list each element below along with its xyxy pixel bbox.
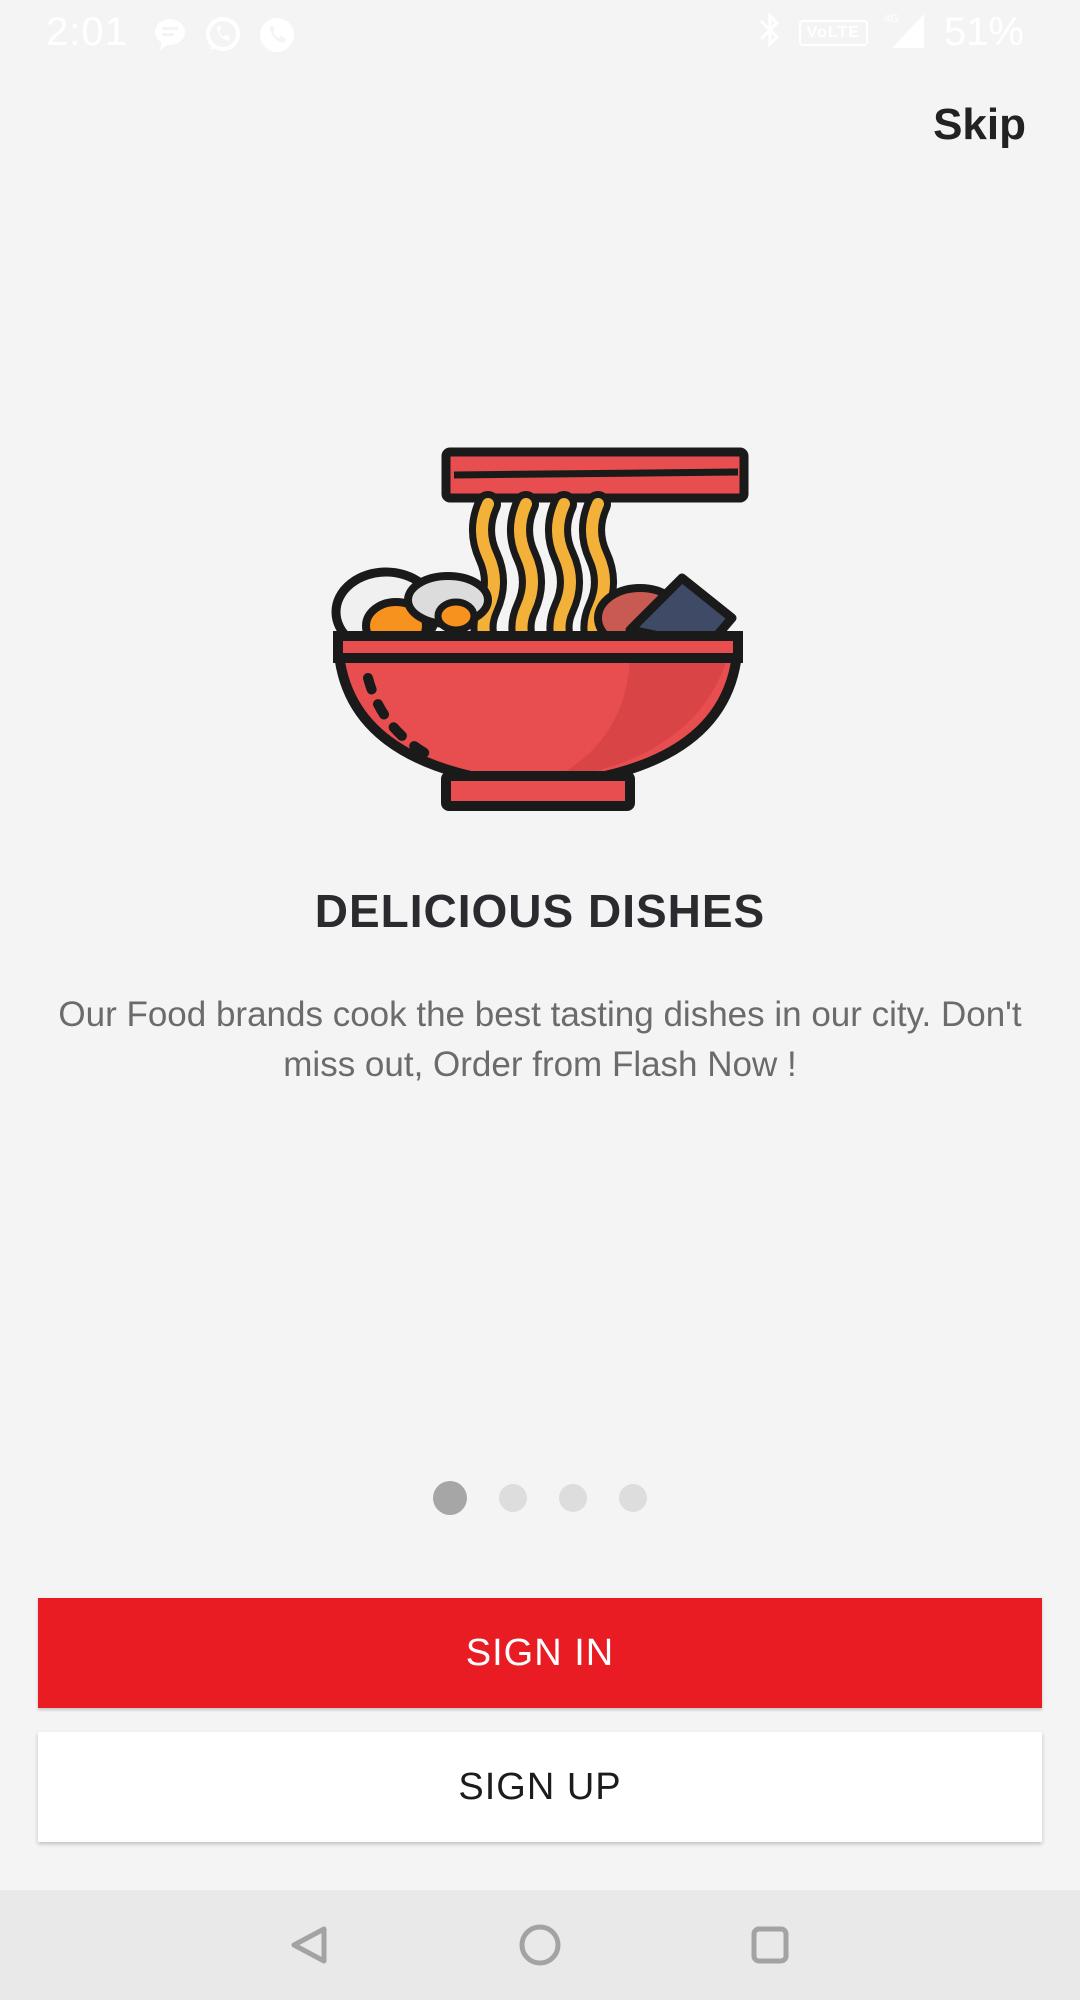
sign-up-button[interactable]: SIGN UP: [38, 1732, 1042, 1842]
whatsapp-icon: [204, 16, 242, 59]
page-dot[interactable]: [559, 1484, 587, 1512]
page-dot[interactable]: [499, 1484, 527, 1512]
page-indicator: [0, 1481, 1080, 1515]
back-triangle-icon[interactable]: [280, 1915, 340, 1975]
phone-call-icon: [258, 16, 296, 59]
onboarding-description: Our Food brands cook the best tasting di…: [58, 995, 1022, 1084]
system-nav-bar: [0, 1890, 1080, 2000]
battery-level: 51%: [943, 10, 1024, 54]
notification-icons: [152, 16, 296, 59]
signal-icon: 4G: [884, 10, 928, 55]
noodle-bowl-icon: [330, 440, 750, 820]
page-dot-active[interactable]: [433, 1481, 467, 1515]
home-circle-icon[interactable]: [510, 1915, 570, 1975]
status-bar: 2:01 VoLTE 4G 51%: [0, 0, 1080, 72]
sign-in-button[interactable]: SIGN IN: [38, 1598, 1042, 1708]
onboarding-title: DELICIOUS DISHES: [314, 885, 766, 937]
status-right: VoLTE 4G 51%: [757, 10, 1024, 55]
bluetooth-icon: [757, 11, 783, 54]
recents-square-icon[interactable]: [740, 1915, 800, 1975]
status-time: 2:01: [46, 10, 128, 54]
page-dot[interactable]: [619, 1484, 647, 1512]
message-icon: [152, 16, 188, 59]
volte-badge: VoLTE: [798, 19, 868, 46]
skip-button[interactable]: Skip: [933, 100, 1026, 150]
onboarding-screen: 2:01 VoLTE 4G 51% Skip DELICIOUS DISHES …: [0, 0, 1080, 2000]
svg-text:4G: 4G: [884, 13, 899, 25]
